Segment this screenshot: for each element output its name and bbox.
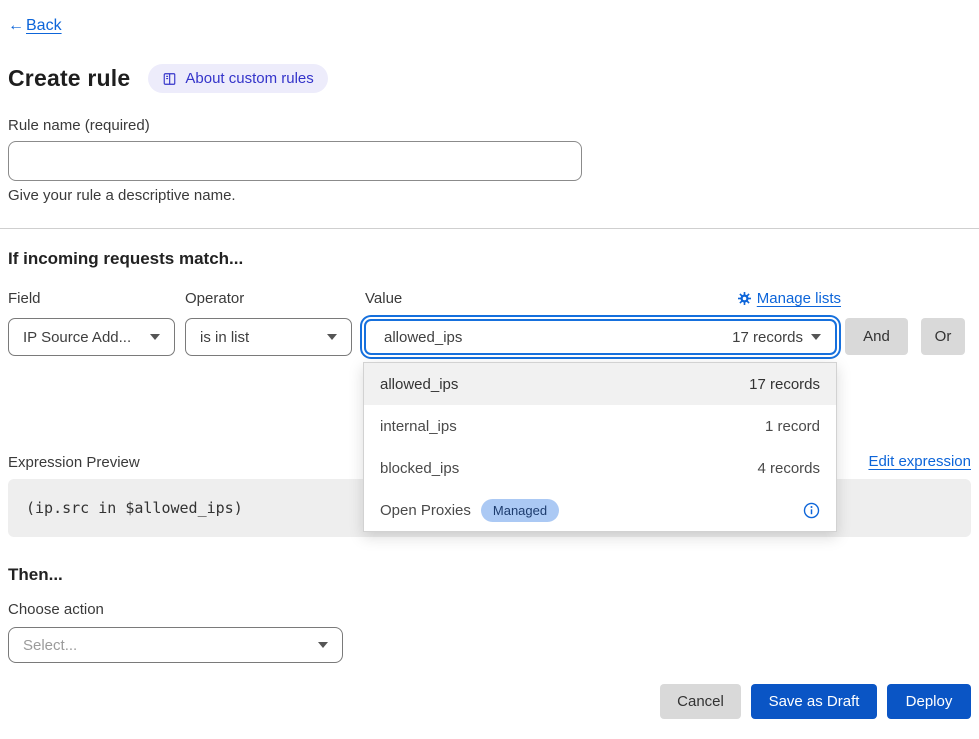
back-link[interactable]: ← Back <box>8 17 62 35</box>
rule-name-help-text: Give your rule a descriptive name. <box>8 187 236 204</box>
value-label: Value <box>365 290 402 307</box>
operator-select-value: is in list <box>200 329 249 346</box>
operator-select[interactable]: is in list <box>185 318 352 356</box>
chevron-down-icon <box>318 642 328 648</box>
gear-icon <box>738 292 751 305</box>
book-icon <box>162 72 177 86</box>
manage-lists-link[interactable]: Manage lists <box>738 290 841 307</box>
info-icon[interactable] <box>803 502 820 519</box>
chevron-down-icon <box>150 334 160 340</box>
field-label: Field <box>8 290 41 307</box>
edit-expression-link[interactable]: Edit expression <box>868 453 971 470</box>
option-name: Open Proxies <box>380 502 471 519</box>
value-select-record-count: 17 records <box>732 329 803 346</box>
action-select-placeholder: Select... <box>23 637 77 654</box>
rule-name-input[interactable] <box>8 141 582 181</box>
manage-lists-label: Manage lists <box>757 290 841 307</box>
chevron-down-icon <box>327 334 337 340</box>
value-select[interactable]: allowed_ips 17 records <box>364 319 837 355</box>
back-arrow-icon: ← <box>8 17 24 35</box>
option-name: blocked_ips <box>380 460 459 477</box>
field-select-value: IP Source Add... <box>23 329 131 346</box>
match-section-heading: If incoming requests match... <box>8 249 243 269</box>
section-divider <box>0 228 979 229</box>
cancel-button[interactable]: Cancel <box>660 684 741 719</box>
dropdown-option-open-proxies[interactable]: Open Proxies Managed <box>364 489 836 531</box>
rule-name-label: Rule name (required) <box>8 117 150 134</box>
page-title: Create rule <box>8 65 130 92</box>
about-custom-rules-link[interactable]: About custom rules <box>148 64 327 93</box>
chevron-down-icon <box>811 334 821 340</box>
value-dropdown-menu: allowed_ips 17 records internal_ips 1 re… <box>363 362 837 532</box>
dropdown-option-allowed-ips[interactable]: allowed_ips 17 records <box>364 363 836 405</box>
about-custom-rules-label: About custom rules <box>185 70 313 87</box>
action-select[interactable]: Select... <box>8 627 343 663</box>
title-row: Create rule About custom rules <box>8 64 328 93</box>
option-name: internal_ips <box>380 418 457 435</box>
and-button[interactable]: And <box>845 318 908 355</box>
or-button[interactable]: Or <box>921 318 965 355</box>
managed-badge: Managed <box>481 499 559 522</box>
expression-code: (ip.src in $allowed_ips) <box>26 499 243 517</box>
expression-preview-label: Expression Preview <box>8 454 140 471</box>
dropdown-option-internal-ips[interactable]: internal_ips 1 record <box>364 405 836 447</box>
then-section-heading: Then... <box>8 565 63 585</box>
create-rule-page: ← Back Create rule About custom rules Ru… <box>0 0 979 739</box>
option-record-count: 1 record <box>765 418 820 435</box>
dropdown-option-blocked-ips[interactable]: blocked_ips 4 records <box>364 447 836 489</box>
deploy-button[interactable]: Deploy <box>887 684 971 719</box>
back-label: Back <box>26 17 62 35</box>
option-record-count: 17 records <box>749 376 820 393</box>
field-select[interactable]: IP Source Add... <box>8 318 175 356</box>
save-as-draft-button[interactable]: Save as Draft <box>751 684 877 719</box>
value-select-value: allowed_ips <box>384 329 462 346</box>
option-name: allowed_ips <box>380 376 458 393</box>
option-record-count: 4 records <box>757 460 820 477</box>
operator-label: Operator <box>185 290 244 307</box>
choose-action-label: Choose action <box>8 601 104 618</box>
